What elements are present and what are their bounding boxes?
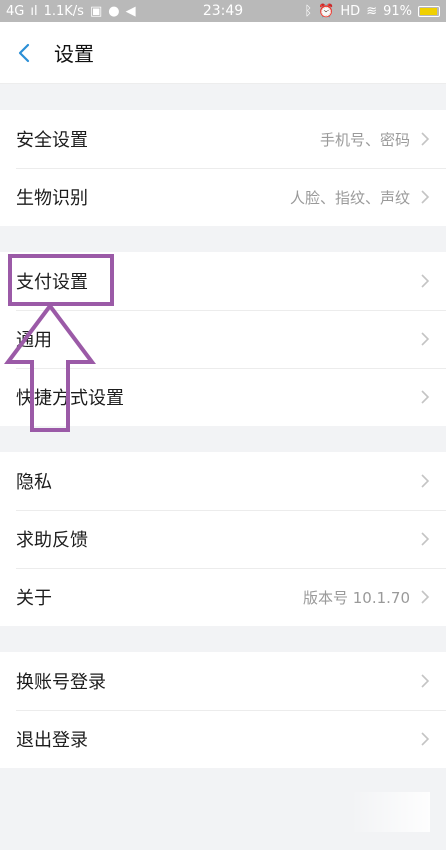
chat-icon: ● bbox=[108, 3, 120, 19]
row-label: 退出登录 bbox=[16, 730, 88, 751]
chevron-right-icon bbox=[421, 732, 430, 746]
chevron-left-icon[interactable] bbox=[14, 41, 34, 65]
row-privacy[interactable]: 隐私 bbox=[0, 452, 446, 510]
row-biometrics[interactable]: 生物识别 人脸、指纹、声纹 bbox=[0, 168, 446, 226]
chevron-right-icon bbox=[421, 390, 430, 404]
chevron-right-icon bbox=[421, 132, 430, 146]
status-bar: 4G ıl 1.1K/s ▣ ● ◀ 23:49 ᛒ ⏰ HD ≋ 91% bbox=[0, 0, 446, 22]
row-help-feedback[interactable]: 求助反馈 bbox=[0, 510, 446, 568]
chevron-right-icon bbox=[421, 674, 430, 688]
row-label: 换账号登录 bbox=[16, 672, 106, 693]
watermark bbox=[350, 792, 430, 832]
page-title: 设置 bbox=[54, 42, 94, 66]
settings-section-login: 换账号登录 退出登录 bbox=[0, 652, 446, 768]
battery-percent: 91% bbox=[383, 3, 412, 19]
chevron-right-icon bbox=[421, 190, 430, 204]
net-speed: 1.1K/s bbox=[43, 3, 84, 19]
network-label: 4G bbox=[6, 3, 25, 19]
signal-icon: ıl bbox=[30, 3, 38, 19]
row-label: 隐私 bbox=[16, 472, 52, 493]
highlight-box bbox=[8, 254, 114, 306]
row-about[interactable]: 关于 版本号 10.1.70 bbox=[0, 568, 446, 626]
header: 设置 bbox=[0, 22, 446, 84]
chevron-right-icon bbox=[421, 590, 430, 604]
settings-section-about: 隐私 求助反馈 关于 版本号 10.1.70 bbox=[0, 452, 446, 626]
sim-icon: ▣ bbox=[89, 3, 103, 19]
row-value: 手机号、密码 bbox=[319, 130, 410, 149]
alarm-icon: ⏰ bbox=[318, 3, 335, 19]
row-value: 人脸、指纹、声纹 bbox=[289, 188, 410, 207]
row-label: 安全设置 bbox=[16, 130, 88, 151]
chevron-right-icon bbox=[421, 474, 430, 488]
settings-section-account: 安全设置 手机号、密码 生物识别 人脸、指纹、声纹 bbox=[0, 110, 446, 226]
row-label: 求助反馈 bbox=[16, 530, 88, 551]
chevron-right-icon bbox=[421, 532, 430, 546]
bluetooth-icon: ᛒ bbox=[304, 3, 313, 19]
status-left: 4G ıl 1.1K/s ▣ ● ◀ bbox=[6, 4, 136, 19]
battery-icon bbox=[418, 5, 440, 17]
chevron-right-icon bbox=[421, 332, 430, 346]
row-switch-account[interactable]: 换账号登录 bbox=[0, 652, 446, 710]
row-logout[interactable]: 退出登录 bbox=[0, 710, 446, 768]
chevron-right-icon bbox=[421, 274, 430, 288]
up-arrow-icon bbox=[4, 302, 96, 432]
row-value: 版本号 10.1.70 bbox=[302, 588, 410, 607]
wifi-icon: ≋ bbox=[366, 3, 378, 19]
row-label: 关于 bbox=[16, 588, 52, 609]
hd-label: HD bbox=[340, 3, 361, 19]
status-right: ᛒ ⏰ HD ≋ 91% bbox=[304, 4, 440, 19]
mute-icon: ◀ bbox=[125, 3, 136, 19]
row-label: 生物识别 bbox=[16, 188, 88, 209]
row-security-settings[interactable]: 安全设置 手机号、密码 bbox=[0, 110, 446, 168]
